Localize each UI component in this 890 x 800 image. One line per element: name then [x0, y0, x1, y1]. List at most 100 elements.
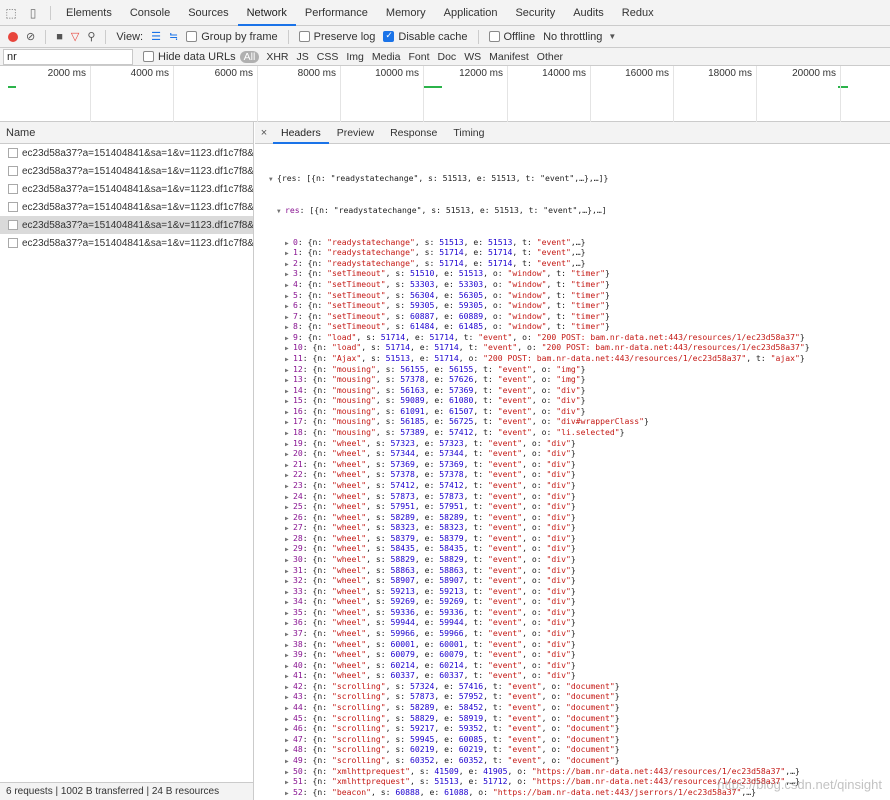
filter-type-manifest[interactable]: Manifest: [485, 51, 533, 63]
name-column-header[interactable]: Name: [0, 122, 253, 144]
tree-entry[interactable]: ▶ 22: {n: "wheel", s: 57378, e: 57378, t:…: [255, 469, 890, 480]
tree-entry[interactable]: ▶ 12: {n: "mousing", s: 56155, e: 56155, …: [255, 364, 890, 375]
tree-entry[interactable]: ▶ 40: {n: "wheel", s: 60214, e: 60214, t:…: [255, 660, 890, 671]
tree-entry[interactable]: ▶ 16: {n: "mousing", s: 61091, e: 61507, …: [255, 406, 890, 417]
large-rows-button[interactable]: ☰: [147, 26, 165, 48]
filter-type-css[interactable]: CSS: [313, 51, 343, 63]
record-button[interactable]: [4, 26, 22, 48]
tree-entry[interactable]: ▶ 33: {n: "wheel", s: 59213, e: 59213, t:…: [255, 586, 890, 597]
request-row[interactable]: ec23d58a37?a=151404841&sa=1&v=1123.df1c7…: [0, 198, 253, 216]
expand-arrow-icon[interactable]: ▶: [285, 789, 293, 800]
tree-entry[interactable]: ▶ 43: {n: "scrolling", s: 57873, e: 57952…: [255, 691, 890, 702]
tree-entry[interactable]: ▶ 19: {n: "wheel", s: 57323, e: 57323, t:…: [255, 438, 890, 449]
overview-button[interactable]: ≒: [165, 26, 182, 48]
preserve-log-checkbox[interactable]: [298, 31, 310, 42]
tree-entry[interactable]: ▶ 47: {n: "scrolling", s: 59945, e: 60085…: [255, 734, 890, 745]
tree-entry[interactable]: ▶ 48: {n: "scrolling", s: 60219, e: 60219…: [255, 744, 890, 755]
tree-entry[interactable]: ▶ 35: {n: "wheel", s: 59336, e: 59336, t:…: [255, 607, 890, 618]
tab-sources[interactable]: Sources: [179, 0, 237, 26]
filter-type-other[interactable]: Other: [533, 51, 567, 63]
disable-cache-toggle[interactable]: Disable cache: [379, 26, 471, 48]
tree-entry[interactable]: ▶ 13: {n: "mousing", s: 57378, e: 57626, …: [255, 374, 890, 385]
hide-data-urls-toggle[interactable]: Hide data URLs: [139, 48, 240, 66]
preserve-log-toggle[interactable]: Preserve log: [295, 26, 380, 48]
filter-type-img[interactable]: Img: [342, 51, 368, 63]
tree-entry[interactable]: ▶ 14: {n: "mousing", s: 56163, e: 57369, …: [255, 385, 890, 396]
tree-entry[interactable]: ▶ 8: {n: "setTimeout", s: 61484, e: 61485…: [255, 321, 890, 332]
tab-memory[interactable]: Memory: [377, 0, 435, 26]
tree-entry[interactable]: ▶ 23: {n: "wheel", s: 57412, e: 57412, t:…: [255, 480, 890, 491]
filter-input[interactable]: [3, 48, 133, 65]
tree-entry[interactable]: ▶ 41: {n: "wheel", s: 60337, e: 60337, t:…: [255, 670, 890, 681]
request-row[interactable]: ec23d58a37?a=151404841&sa=1&v=1123.df1c7…: [0, 180, 253, 198]
tree-entry[interactable]: ▶ 15: {n: "mousing", s: 59089, e: 61080, …: [255, 395, 890, 406]
tree-entry[interactable]: ▶ 25: {n: "wheel", s: 57951, e: 57951, t:…: [255, 501, 890, 512]
hide-data-urls-checkbox[interactable]: [143, 51, 154, 62]
tree-entry[interactable]: ▶ 21: {n: "wheel", s: 57369, e: 57369, t:…: [255, 459, 890, 470]
filter-type-xhr[interactable]: XHR: [262, 51, 292, 63]
tree-entry[interactable]: ▶ 49: {n: "scrolling", s: 60352, e: 60352…: [255, 755, 890, 766]
tab-network[interactable]: Network: [237, 0, 296, 26]
tree-entry[interactable]: ▶ 31: {n: "wheel", s: 58863, e: 58863, t:…: [255, 565, 890, 576]
tree-entry[interactable]: ▶ 36: {n: "wheel", s: 59944, e: 59944, t:…: [255, 617, 890, 628]
group-by-frame-checkbox[interactable]: [186, 31, 198, 42]
tree-entry[interactable]: ▶ 18: {n: "mousing", s: 57389, e: 57412, …: [255, 427, 890, 438]
clear-button[interactable]: ⊘: [22, 26, 39, 48]
filter-button[interactable]: ▽: [67, 26, 83, 48]
tree-entry[interactable]: ▶ 0: {n: "readystatechange", s: 51513, e:…: [255, 237, 890, 248]
tree-entry[interactable]: ▶ 44: {n: "scrolling", s: 58289, e: 58452…: [255, 702, 890, 713]
filter-type-js[interactable]: JS: [293, 51, 313, 63]
request-row[interactable]: ec23d58a37?a=151404841&sa=1&v=1123.df1c7…: [0, 234, 253, 252]
tree-entry[interactable]: ▶ 45: {n: "scrolling", s: 58829, e: 58919…: [255, 713, 890, 724]
expand-arrow-icon[interactable]: ▼: [277, 207, 285, 218]
timeline-overview[interactable]: 2000 ms 4000 ms 6000 ms 8000 ms 10000 ms 1200…: [0, 66, 890, 122]
offline-toggle[interactable]: Offline: [485, 26, 540, 48]
group-by-frame-toggle[interactable]: Group by frame: [182, 26, 281, 48]
tree-entry[interactable]: ▶ 37: {n: "wheel", s: 59966, e: 59966, t:…: [255, 628, 890, 639]
filter-type-all[interactable]: All: [239, 50, 260, 63]
detail-tab-response[interactable]: Response: [382, 122, 445, 144]
tree-entry[interactable]: ▶ 32: {n: "wheel", s: 58907, e: 58907, t:…: [255, 575, 890, 586]
tree-entry[interactable]: ▶ 34: {n: "wheel", s: 59269, e: 59269, t:…: [255, 596, 890, 607]
tree-entry[interactable]: ▶ 7: {n: "setTimeout", s: 60887, e: 60889…: [255, 311, 890, 322]
disable-cache-checkbox[interactable]: [383, 30, 395, 42]
tab-elements[interactable]: Elements: [57, 0, 121, 26]
device-toolbar-icon[interactable]: ▯: [22, 2, 44, 24]
filter-type-font[interactable]: Font: [404, 51, 433, 63]
tree-entry[interactable]: ▶ 39: {n: "wheel", s: 60079, e: 60079, t:…: [255, 649, 890, 660]
inspect-element-icon[interactable]: ⬚: [0, 2, 22, 24]
tree-entry[interactable]: ▶ 50: {n: "xmlhttprequest", s: 41509, e: …: [255, 766, 890, 777]
close-icon[interactable]: ×: [255, 127, 273, 139]
request-row[interactable]: ec23d58a37?a=151404841&sa=1&v=1123.df1c7…: [0, 216, 253, 234]
tree-root[interactable]: ▼ {res: [{n: "readystatechange", s: 51513…: [255, 173, 890, 184]
tab-audits[interactable]: Audits: [564, 0, 613, 26]
tree-entry[interactable]: ▶ 9: {n: "load", s: 51714, e: 51714, t: "…: [255, 332, 890, 343]
tree-entry[interactable]: ▶ 30: {n: "wheel", s: 58829, e: 58829, t:…: [255, 554, 890, 565]
search-button[interactable]: ⚲: [83, 26, 99, 48]
expand-arrow-icon[interactable]: ▼: [269, 175, 277, 186]
offline-checkbox[interactable]: [488, 31, 500, 42]
tree-entry[interactable]: ▶ 20: {n: "wheel", s: 57344, e: 57344, t:…: [255, 448, 890, 459]
tree-entry[interactable]: ▶ 4: {n: "setTimeout", s: 53303, e: 53303…: [255, 279, 890, 290]
tree-entry[interactable]: ▶ 27: {n: "wheel", s: 58323, e: 58323, t:…: [255, 522, 890, 533]
tree-entry[interactable]: ▶ 42: {n: "scrolling", s: 57324, e: 57416…: [255, 681, 890, 692]
filter-type-media[interactable]: Media: [368, 51, 405, 63]
request-row[interactable]: ec23d58a37?a=151404841&sa=1&v=1123.df1c7…: [0, 162, 253, 180]
tree-entry[interactable]: ▶ 46: {n: "scrolling", s: 59217, e: 59352…: [255, 723, 890, 734]
tree-res[interactable]: ▼ res: [{n: "readystatechange", s: 51513,…: [255, 205, 890, 216]
tree-entry[interactable]: ▶ 5: {n: "setTimeout", s: 56304, e: 56305…: [255, 290, 890, 301]
filter-type-ws[interactable]: WS: [460, 51, 485, 63]
tree-entry[interactable]: ▶ 24: {n: "wheel", s: 57873, e: 57873, t:…: [255, 491, 890, 502]
tree-entry[interactable]: ▶ 2: {n: "readystatechange", s: 51714, e:…: [255, 258, 890, 269]
throttling-select[interactable]: No throttling ▼: [539, 26, 620, 48]
tree-entry[interactable]: ▶ 29: {n: "wheel", s: 58435, e: 58435, t:…: [255, 543, 890, 554]
request-row[interactable]: ec23d58a37?a=151404841&sa=1&v=1123.df1c7…: [0, 144, 253, 162]
detail-tab-headers[interactable]: Headers: [273, 122, 329, 144]
tree-entry[interactable]: ▶ 38: {n: "wheel", s: 60001, e: 60001, t:…: [255, 639, 890, 650]
tree-entry[interactable]: ▶ 26: {n: "wheel", s: 58289, e: 58289, t:…: [255, 512, 890, 523]
tab-security[interactable]: Security: [506, 0, 564, 26]
tree-entry[interactable]: ▶ 1: {n: "readystatechange", s: 51714, e:…: [255, 247, 890, 258]
detail-tab-timing[interactable]: Timing: [445, 122, 492, 144]
tab-redux[interactable]: Redux: [613, 0, 663, 26]
tab-console[interactable]: Console: [121, 0, 179, 26]
